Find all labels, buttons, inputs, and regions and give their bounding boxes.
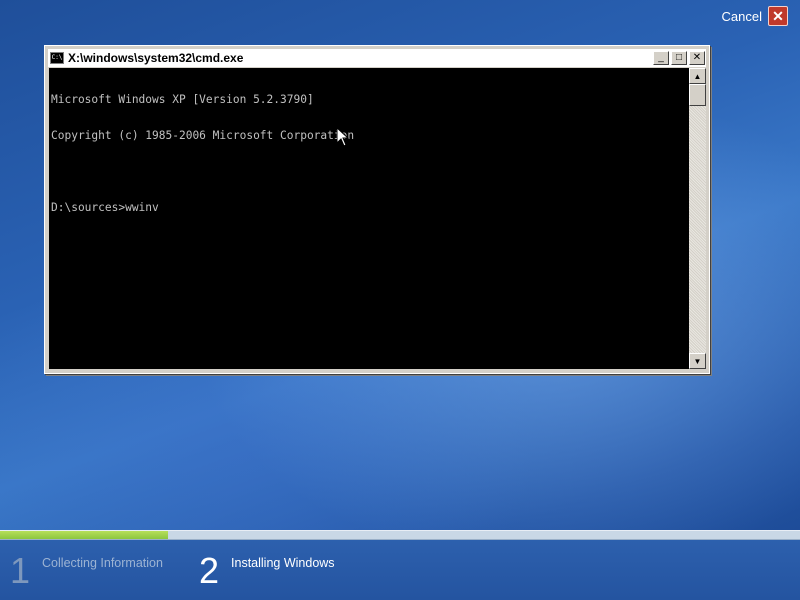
cmd-icon: C:\ [50,52,64,64]
title-bar[interactable]: C:\ X:\windows\system32\cmd.exe _ □ ✕ [48,49,706,67]
step-collecting-information: 1 Collecting Information [10,552,163,590]
progress-fill [0,531,168,539]
close-window-button[interactable]: ✕ [689,51,705,65]
step-number: 2 [199,550,220,591]
vertical-scrollbar[interactable]: ▲ ▼ [689,68,706,369]
cancel-button[interactable]: Cancel ✕ [722,6,788,26]
step-label: Installing Windows [231,556,335,570]
console-line: Microsoft Windows XP [Version 5.2.3790] [51,93,314,106]
progress-bar [0,530,800,540]
progress-area: 1 Collecting Information 2 Installing Wi… [0,530,800,600]
step-label: Collecting Information [42,556,163,570]
console-line: D:\sources>wwinv [51,201,159,214]
scroll-down-button[interactable]: ▼ [689,353,706,369]
console-output[interactable]: Microsoft Windows XP [Version 5.2.3790] … [49,68,689,369]
maximize-button[interactable]: □ [671,51,687,65]
step-number: 1 [10,550,31,591]
cmd-window[interactable]: C:\ X:\windows\system32\cmd.exe _ □ ✕ Mi… [44,45,710,374]
window-title: X:\windows\system32\cmd.exe [68,51,244,65]
scroll-thumb[interactable] [689,84,706,106]
close-icon: ✕ [768,6,788,26]
window-controls: _ □ ✕ [653,51,705,65]
mouse-pointer-icon [337,128,349,147]
scroll-up-button[interactable]: ▲ [689,68,706,84]
cancel-label: Cancel [721,8,762,24]
step-installing-windows: 2 Installing Windows [199,552,335,590]
minimize-button[interactable]: _ [653,51,669,65]
console-line: Copyright (c) 1985-2006 Microsoft Corpor… [51,129,355,142]
